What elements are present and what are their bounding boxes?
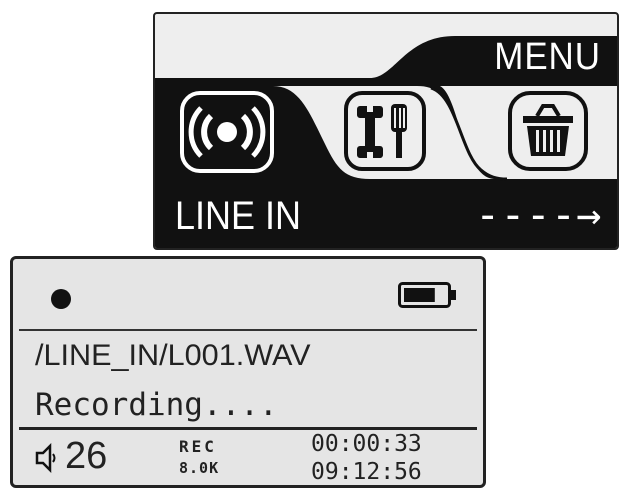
elapsed-time: 00:00:33 [311, 431, 422, 457]
trash-delete-icon[interactable] [507, 90, 589, 172]
record-dot-icon [51, 289, 71, 309]
header-divider [19, 329, 477, 331]
sample-rate: 8.0K [179, 459, 220, 477]
recording-screen: /LINE_IN/L001.WAV Recording.... 26 REC 8… [10, 256, 486, 488]
footer-divider [19, 427, 477, 430]
selected-mode-label: LINE IN [175, 194, 302, 238]
next-arrow-icon[interactable]: ----→ [475, 190, 601, 239]
menu-title: MENU [494, 36, 601, 78]
remaining-time: 09:12:56 [311, 459, 422, 485]
mode-label: REC [179, 437, 217, 456]
file-path: /LINE_IN/L001.WAV [35, 339, 311, 372]
speaker-volume-icon [35, 443, 56, 473]
volume-level: 26 [65, 435, 108, 477]
line-in-radio-icon[interactable] [179, 90, 275, 174]
tools-settings-icon[interactable] [343, 90, 427, 172]
battery-icon [398, 282, 456, 308]
menu-screen: MENU LINE IN ----→ [153, 12, 619, 250]
recording-status: Recording.... [35, 387, 278, 423]
